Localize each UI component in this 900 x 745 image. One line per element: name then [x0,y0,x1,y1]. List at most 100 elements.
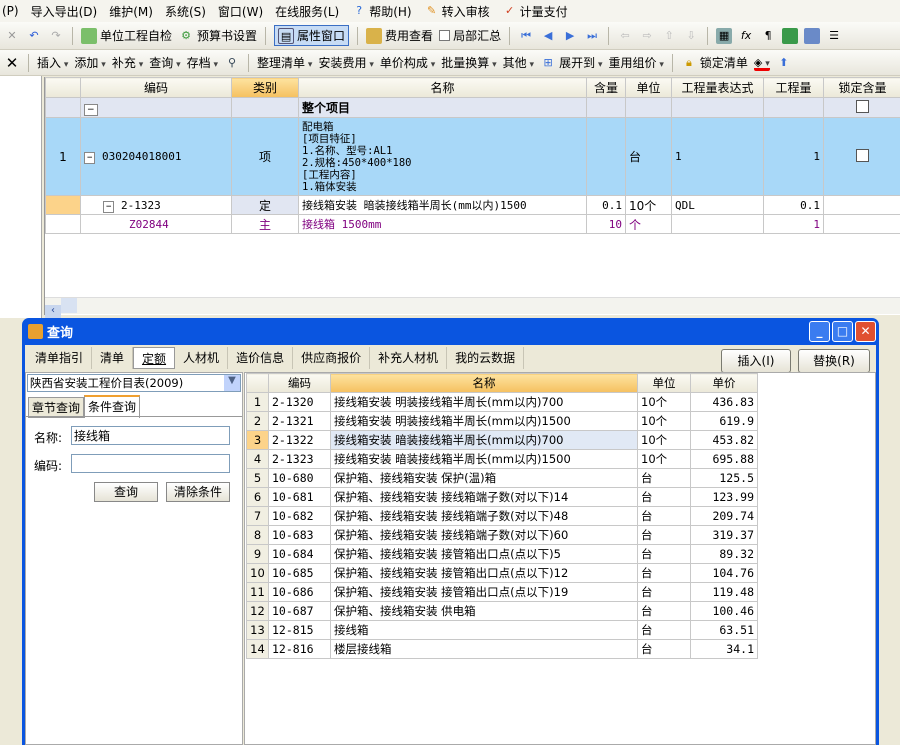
book-icon[interactable] [782,27,799,44]
partial-summary-checkbox[interactable]: 局部汇总 [439,27,501,44]
menu-item[interactable]: 导入导出(D) [31,3,98,20]
tab-0[interactable]: 清单指引 [27,347,93,369]
quota-row[interactable]: 5 10-680 保护箱、接线箱安装 保护(温)箱台 125.5 [246,468,758,488]
insert-menu[interactable]: 插入 [37,54,68,71]
next-icon[interactable]: ▶ [562,28,578,44]
column-header[interactable]: 锁定含量 [823,77,900,98]
arrow-left-icon[interactable]: ⇦ [617,28,633,44]
column-header[interactable]: 单位 [637,373,691,393]
tab-chapter-query[interactable]: 章节查询 [28,397,85,418]
tab-6[interactable]: 补充人材机 [370,347,448,369]
property-window-button[interactable]: ▤ 属性窗口 [274,25,350,46]
last-icon[interactable]: ⏭ [584,28,600,44]
quota-row[interactable]: 6 10-681 保护箱、接线箱安装 接线箱端子数(对以下)14 台 123.99 [246,487,758,507]
expand-menu[interactable]: ⊞ 展开到 [540,54,602,71]
menu-item[interactable]: 系统(S) [165,3,206,20]
query-button[interactable]: 查询 [94,482,158,502]
quota-row[interactable]: 13 12-815 接线箱台 63.51 [246,620,758,640]
quota-row[interactable]: 8 10-683 保护箱、接线箱安装 接线箱端子数(对以下)60 台 319.37 [246,525,758,545]
tab-condition-query[interactable]: 条件查询 [84,395,141,418]
tab-3[interactable]: 人材机 [175,347,229,369]
tab-2[interactable]: 定额 [133,347,176,369]
reuse-price-menu[interactable]: 重用组价 [608,54,663,71]
menu-item[interactable]: (P) [2,4,19,18]
tab-7[interactable]: 我的云数据 [447,347,525,369]
tab-1[interactable]: 清单 [92,347,134,369]
first-icon[interactable]: ⏮ [518,28,534,44]
install-fee-menu[interactable]: 安装费用 [318,54,373,71]
add-menu[interactable]: 添加 [74,54,105,71]
close-icon[interactable]: ✕ [4,55,20,71]
batch-convert-menu[interactable]: 批量换算 [441,54,496,71]
library-select[interactable]: 陕西省安装工程价目表(2009) ▼ [27,374,241,392]
column-header[interactable]: 单位 [625,77,672,98]
column-header[interactable]: 编码 [80,77,232,98]
code-input[interactable] [71,454,230,473]
query-menu[interactable]: 查询 [149,54,180,71]
column-header[interactable]: 名称 [330,373,638,393]
chevron-down-icon[interactable]: ▼ [224,375,240,391]
quota-row[interactable]: 9 10-684 保护箱、接线箱安装 接管箱出口点(点以下)5 台 89.32 [246,544,758,564]
function-icon[interactable]: fx [738,28,754,44]
group-row[interactable]: − 整个项目 [45,97,900,118]
other-menu[interactable]: 其他 [503,54,534,71]
material-row[interactable]: Z02844 主 接线箱 1500mm 10 个 1 [45,214,900,234]
column-header[interactable]: 工程量表达式 [671,77,764,98]
binoculars-icon[interactable]: ⚲ [224,55,240,71]
list-icon[interactable]: ☰ [826,28,842,44]
menu-item[interactable]: ✎ 转入审核 [424,3,490,20]
fee-view-button[interactable]: 费用查看 [366,27,433,44]
lock-qty-checkbox[interactable] [856,148,869,162]
redo-icon[interactable]: ↷ [48,28,64,44]
close-icon[interactable]: ✕ [4,28,20,44]
undo-icon[interactable]: ↶ [26,28,42,44]
quota-row[interactable]: 10 10-685 保护箱、接线箱安装 接管箱出口点(点以下)12 台 104.76 [246,563,758,583]
column-header[interactable]: 编码 [268,373,331,393]
print-icon[interactable] [804,27,821,44]
clear-button[interactable]: 清除条件 [166,482,230,502]
menu-item[interactable]: 在线服务(L) [275,3,339,20]
quota-row[interactable]: 7 10-682 保护箱、接线箱安装 接线箱端子数(对以下)48 台 209.74 [246,506,758,526]
column-header[interactable]: 单价 [690,373,758,393]
menu-item[interactable]: ? 帮助(H) [351,3,411,20]
quota-row[interactable]: 1 2-1320 接线箱安装 明装接线箱半周长(mm以内)700 10个 436.83 [246,392,758,412]
arrow-right-icon[interactable]: ⇨ [639,28,655,44]
calculator-icon[interactable]: ▦ [716,27,733,44]
quota-row[interactable]: − 2-1323 定 接线箱安装 暗装接线箱半周长(mm以内)1500 0.1 … [45,195,900,215]
menu-item[interactable]: 维护(M) [109,3,153,20]
name-input[interactable] [71,426,230,445]
menu-item[interactable]: ✓ 计量支付 [502,3,568,20]
lock-qty-checkbox[interactable] [856,99,869,113]
horizontal-scrollbar[interactable]: ‹ [45,297,900,320]
supplement-menu[interactable]: 补充 [112,54,143,71]
maximize-icon[interactable]: □ [832,321,853,342]
replace-button[interactable]: 替换(R) [798,349,870,373]
insert-button[interactable]: 插入(I) [721,349,791,373]
quota-row[interactable]: 14 12-816 楼层接线箱台 34.1 [246,639,758,659]
budget-settings-button[interactable]: ⚙ 预算书设置 [178,27,257,44]
quota-row[interactable]: 2 2-1321 接线箱安装 明装接线箱半周长(mm以内)1500 10个 619.9 [246,411,758,431]
quota-row[interactable]: 3 2-1322 接线箱安装 暗装接线箱半周长(mm以内)700 10个 453.82 [246,430,758,450]
tab-4[interactable]: 造价信息 [228,347,294,369]
unit-check-button[interactable]: 单位工程自检 [81,27,172,44]
quota-row[interactable]: 11 10-686 保护箱、接线箱安装 接管箱出口点(点以下)19 台 119.48 [246,582,758,602]
collapse-icon[interactable]: − [103,200,115,213]
menu-item[interactable]: 窗口(W) [218,3,263,20]
tab-5[interactable]: 供应商报价 [293,347,371,369]
column-header[interactable]: 工程量 [763,77,824,98]
arrow-down-icon[interactable]: ⇩ [683,28,699,44]
organize-menu[interactable]: 整理清单 [257,54,312,71]
column-header[interactable]: 类别 [231,77,299,98]
close-icon[interactable]: ✕ [855,321,876,342]
lock-list-button[interactable]: 🔒︎ 锁定清单 [681,54,748,71]
collapse-icon[interactable]: − [84,152,96,164]
fill-color-icon[interactable]: ◈ [753,55,770,71]
quota-row[interactable]: 4 2-1323 接线箱安装 暗装接线箱半周长(mm以内)1500 10个 695.88 [246,449,758,469]
bill-row[interactable]: 1 − 030204018001 项 配电箱 [项目特征] 1.名称、型号:AL1 2… [45,117,900,196]
arrow-up-icon[interactable]: ⬆ [776,55,792,71]
column-header[interactable]: 名称 [298,77,587,98]
paragraph-icon[interactable]: ¶ [760,28,776,44]
archive-menu[interactable]: 存档 [187,54,218,71]
quota-row[interactable]: 12 10-687 保护箱、接线箱安装 供电箱台 100.46 [246,601,758,621]
scroll-thumb[interactable] [61,298,77,313]
